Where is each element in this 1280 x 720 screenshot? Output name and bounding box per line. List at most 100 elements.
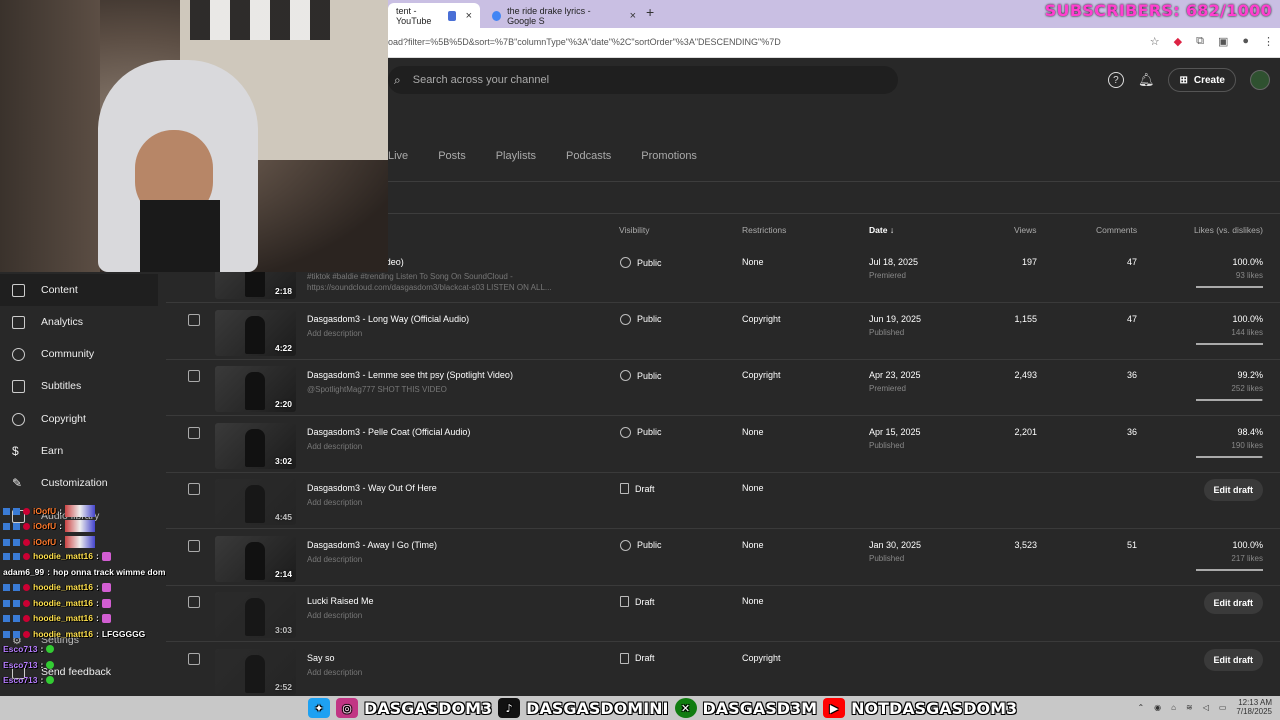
- wifi-icon[interactable]: ≋: [1186, 703, 1193, 712]
- address-bar[interactable]: oad?filter=%5B%5D&sort=%7B"columnType"%3…: [388, 28, 1280, 58]
- sidebar-item-subtitles[interactable]: Subtitles: [0, 370, 158, 402]
- visibility-label: Public: [637, 540, 662, 550]
- visibility-cell[interactable]: Public: [620, 426, 662, 438]
- video-thumbnail[interactable]: 3:02: [215, 422, 296, 469]
- visibility-cell[interactable]: Public: [620, 257, 662, 268]
- row-checkbox[interactable]: [188, 652, 200, 665]
- col-views[interactable]: Views: [1014, 225, 1037, 235]
- tab-posts[interactable]: Posts: [438, 150, 466, 162]
- sidebar-item-label: Analytics: [41, 316, 84, 328]
- likes-percent: 100.0%: [1232, 313, 1263, 324]
- menu-icon[interactable]: ⋮: [1263, 35, 1274, 48]
- create-button[interactable]: ⊞ Create: [1168, 68, 1236, 92]
- col-date[interactable]: Date ↓: [869, 225, 894, 235]
- visibility-cell[interactable]: Public: [620, 313, 662, 325]
- video-thumbnail[interactable]: 4:22: [215, 309, 296, 356]
- analytics-icon: [12, 315, 25, 329]
- video-thumbnail[interactable]: 3:03: [215, 592, 296, 638]
- table-row[interactable]: 4:22 Dasgasdom3 - Long Way (Official Audi…: [166, 304, 1280, 360]
- table-row[interactable]: 3:02 Dasgasdom3 - Pelle Coat (Official Au…: [166, 417, 1280, 473]
- tab-live[interactable]: Live: [388, 150, 408, 162]
- subtitles-icon: [12, 379, 25, 393]
- row-checkbox[interactable]: [188, 313, 200, 326]
- row-checkbox[interactable]: [188, 596, 200, 608]
- network-icon[interactable]: ⌂: [1171, 703, 1176, 712]
- col-visibility[interactable]: Visibility: [619, 225, 650, 235]
- extension-icon[interactable]: ◆: [1174, 35, 1182, 48]
- row-checkbox[interactable]: [188, 539, 200, 552]
- row-checkbox[interactable]: [188, 426, 200, 439]
- sidebar-item-content[interactable]: Content: [0, 274, 158, 306]
- sidebar-item-analytics[interactable]: Analytics: [0, 306, 158, 338]
- table-row[interactable]: 2:14 Dasgasdom3 - Away I Go (Time) Add des…: [166, 530, 1280, 586]
- views-cell: 197: [1021, 257, 1037, 267]
- video-thumbnail[interactable]: 2:20: [215, 366, 296, 412]
- video-title[interactable]: Lucki Raised Me: [307, 596, 374, 606]
- url-text[interactable]: oad?filter=%5B%5D&sort=%7B"columnType"%3…: [388, 37, 781, 47]
- chat-badge-icon: [23, 630, 30, 638]
- video-title[interactable]: Say so: [307, 653, 335, 663]
- avatar[interactable]: [1250, 70, 1270, 90]
- edit-draft-button[interactable]: Edit draft: [1203, 479, 1263, 501]
- edit-draft-button[interactable]: Edit draft: [1203, 592, 1263, 614]
- visibility-cell[interactable]: Draft: [620, 483, 655, 494]
- search-input[interactable]: Search across your channel: [413, 74, 549, 86]
- col-comments[interactable]: Comments: [1096, 225, 1137, 235]
- video-thumbnail[interactable]: 2:52: [215, 648, 296, 695]
- table-row[interactable]: 3:03 Lucki Raised Me Add description Draft N…: [166, 586, 1280, 642]
- clock[interactable]: 12:13 AM 7/18/2025: [1236, 698, 1272, 716]
- views-cell: 3,523: [1014, 539, 1037, 550]
- sidebar-item-community[interactable]: Community: [0, 338, 158, 370]
- close-tab-icon[interactable]: ×: [630, 10, 636, 22]
- sidepanel-icon[interactable]: ▣: [1218, 35, 1228, 48]
- tab-promotions[interactable]: Promotions: [641, 150, 697, 162]
- edit-draft-button[interactable]: Edit draft: [1203, 648, 1263, 671]
- duration-label: 3:03: [274, 625, 292, 635]
- video-title[interactable]: Dasgasdom3 - Long Way (Official Audio): [307, 314, 469, 324]
- date-cell: Apr 23, 2025: [869, 370, 921, 380]
- help-icon[interactable]: ?: [1107, 72, 1124, 88]
- visibility-label: Draft: [635, 483, 655, 494]
- battery-icon[interactable]: ▭: [1219, 703, 1227, 712]
- search-box[interactable]: ⌕ Search across your channel: [388, 66, 898, 94]
- video-title[interactable]: Dasgasdom3 - Away I Go (Time): [307, 540, 437, 550]
- chrome-icon[interactable]: ◉: [1154, 703, 1161, 712]
- tab-favicon-icon: [447, 10, 456, 21]
- puzzle-icon[interactable]: ⧉: [1196, 35, 1204, 48]
- tab-youtube-studio[interactable]: tent - YouTube ×: [388, 3, 480, 28]
- create-label: Create: [1193, 74, 1225, 86]
- video-thumbnail[interactable]: 4:45: [215, 479, 296, 525]
- profile-icon[interactable]: ●: [1242, 35, 1249, 48]
- date-status: Published: [869, 553, 905, 563]
- video-title[interactable]: Dasgasdom3 - Lemme see tht psy (Spotligh…: [307, 370, 513, 380]
- visibility-cell[interactable]: Draft: [620, 596, 655, 607]
- tab-google-search[interactable]: the ride drake lyrics - Google S ×: [484, 3, 644, 28]
- col-likes[interactable]: Likes (vs. dislikes): [1194, 225, 1263, 235]
- table-row[interactable]: 2:52 Say so Add description Draft Copyright E…: [166, 643, 1280, 699]
- table-row[interactable]: 4:45 Dasgasdom3 - Way Out Of Here Add desc…: [166, 473, 1280, 529]
- globe-icon: [620, 426, 631, 438]
- visibility-cell[interactable]: Public: [620, 370, 662, 381]
- sidebar-item-customization[interactable]: ✎ Customization: [0, 467, 158, 499]
- sidebar-item-copyright[interactable]: Copyright: [0, 403, 158, 435]
- table-row[interactable]: 2:20 Dasgasdom3 - Lemme see tht psy (Spot…: [166, 360, 1280, 416]
- notifications-bell-icon[interactable]: 🔔︎: [1138, 72, 1155, 88]
- video-thumbnail[interactable]: 2:14: [215, 535, 296, 582]
- visibility-cell[interactable]: Draft: [620, 652, 655, 664]
- video-title[interactable]: Dasgasdom3 - Pelle Coat (Official Audio): [307, 427, 470, 437]
- row-checkbox[interactable]: [188, 370, 200, 382]
- tab-playlists[interactable]: Playlists: [496, 150, 536, 162]
- video-title[interactable]: Dasgasdom3 - Way Out Of Here: [307, 483, 437, 493]
- chevron-up-icon[interactable]: ⌃: [1137, 703, 1144, 712]
- volume-icon[interactable]: ◁: [1203, 703, 1209, 712]
- close-tab-icon[interactable]: ×: [466, 10, 472, 22]
- col-restrictions[interactable]: Restrictions: [742, 225, 786, 235]
- bookmark-star-icon[interactable]: ☆: [1150, 35, 1160, 48]
- chat-badge-icon: [3, 507, 10, 515]
- row-checkbox[interactable]: [188, 483, 200, 495]
- visibility-cell[interactable]: Public: [620, 539, 662, 551]
- tab-podcasts[interactable]: Podcasts: [566, 150, 611, 162]
- new-tab-button[interactable]: +: [646, 4, 654, 20]
- sidebar-item-earn[interactable]: $ Earn: [0, 435, 158, 467]
- chat-badge-icon: [23, 583, 30, 591]
